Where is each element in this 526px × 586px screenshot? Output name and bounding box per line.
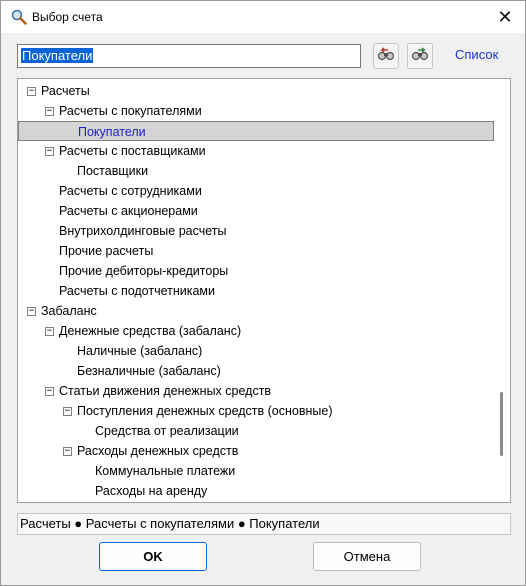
tree-item-label: Статьи движения денежных средств [59, 384, 272, 398]
window-title: Выбор счета [32, 10, 103, 24]
tree-item[interactable]: Расходы на аренду [18, 481, 494, 501]
tree-item[interactable]: Наличные (забаланс) [18, 341, 494, 361]
tree-item[interactable]: Коммунальные платежи [18, 461, 494, 481]
tree-item-label: Безналичные (забаланс) [77, 364, 221, 378]
binoculars-forward-icon [411, 46, 429, 67]
title-bar: Выбор счета ✕ [1, 1, 525, 33]
tree-item-label: Внутрихолдинговые расчеты [59, 224, 227, 238]
tree-item-label: Расчеты с акционерами [59, 204, 198, 218]
ok-button[interactable]: OK [99, 542, 207, 571]
collapse-toggle-icon[interactable]: − [63, 447, 72, 456]
tree-item-label: Забаланс [41, 304, 97, 318]
tree-item[interactable]: Безналичные (забаланс) [18, 361, 494, 381]
tree-item[interactable]: Внутрихолдинговые расчеты [18, 221, 494, 241]
tree-item[interactable]: − Расчеты [18, 81, 494, 101]
tree-item-label: Расходы денежных средств [77, 444, 239, 458]
tree-item-label: Расчеты [41, 84, 90, 98]
tree-item-label: Расходы на аренду [95, 484, 208, 498]
collapse-toggle-icon[interactable]: − [45, 107, 54, 116]
scroll-thumb[interactable] [500, 392, 503, 456]
tree-item-label: Денежные средства (забаланс) [59, 324, 242, 338]
tree-scrollbar[interactable] [495, 80, 509, 501]
search-input-value: Покупатели [21, 48, 94, 63]
search-input[interactable]: Покупатели [17, 44, 361, 68]
tree-item-label: Наличные (забаланс) [77, 344, 203, 358]
tree-item[interactable]: − Денежные средства (забаланс) [18, 321, 494, 341]
tree-item[interactable]: Расчеты с подотчетниками [18, 281, 494, 301]
tree-item-label: Поставщики [77, 164, 149, 178]
tree-item-label: Расчеты с покупателями [59, 104, 202, 118]
tree-item-label: Расчеты с поставщиками [59, 144, 206, 158]
tree-item[interactable]: Покупатели [18, 121, 494, 141]
tree-item-label: Расчеты с подотчетниками [59, 284, 216, 298]
tree-item[interactable]: Поставщики [18, 161, 494, 181]
tree-item[interactable]: Расчеты с сотрудниками [18, 181, 494, 201]
tree-item[interactable]: Прочие расчеты [18, 241, 494, 261]
close-button[interactable]: ✕ [485, 1, 525, 33]
tree-item[interactable]: − Расчеты с покупателями [18, 101, 494, 121]
tree-item-label: Покупатели [78, 125, 146, 139]
account-select-dialog: Выбор счета ✕ Покупатели Список − Расчет… [0, 0, 526, 586]
cancel-button[interactable]: Отмена [313, 542, 421, 571]
collapse-toggle-icon[interactable]: − [45, 327, 54, 336]
collapse-toggle-icon[interactable]: − [27, 307, 36, 316]
tree-item-label: Прочие дебиторы-кредиторы [59, 264, 229, 278]
tree-item-label: Поступления денежных средств (основные) [77, 404, 333, 418]
collapse-toggle-icon[interactable]: − [45, 147, 54, 156]
collapse-toggle-icon[interactable]: − [27, 87, 36, 96]
tree-item[interactable]: − Забаланс [18, 301, 494, 321]
selected-path: Расчеты ● Расчеты с покупателями ● Покуп… [17, 513, 511, 535]
collapse-toggle-icon[interactable]: − [45, 387, 54, 396]
tree-item[interactable]: Средства от реализации [18, 421, 494, 441]
close-icon: ✕ [497, 6, 513, 27]
binoculars-back-icon [377, 46, 395, 67]
tree-item-label: Расчеты с сотрудниками [59, 184, 202, 198]
tree-item[interactable]: − Статьи движения денежных средств [18, 381, 494, 401]
find-next-button[interactable] [407, 43, 433, 69]
tree-item-label: Коммунальные платежи [95, 464, 236, 478]
list-link[interactable]: Список [455, 47, 498, 62]
account-tree[interactable]: − Расчеты − Расчеты с покупателями Покупател… [17, 78, 511, 503]
tree-item[interactable]: Расчеты с акционерами [18, 201, 494, 221]
tree-item-label: Прочие расчеты [59, 244, 154, 258]
tree-item[interactable]: − Расходы денежных средств [18, 441, 494, 461]
magnifier-icon [11, 9, 27, 25]
tree-item[interactable]: Прочие дебиторы-кредиторы [18, 261, 494, 281]
tree-item[interactable]: − Поступления денежных средств (основные) [18, 401, 494, 421]
collapse-toggle-icon[interactable]: − [63, 407, 72, 416]
tree-item-label: Средства от реализации [95, 424, 239, 438]
go-to-account-button[interactable] [373, 43, 399, 69]
tree-item[interactable]: − Расчеты с поставщиками [18, 141, 494, 161]
